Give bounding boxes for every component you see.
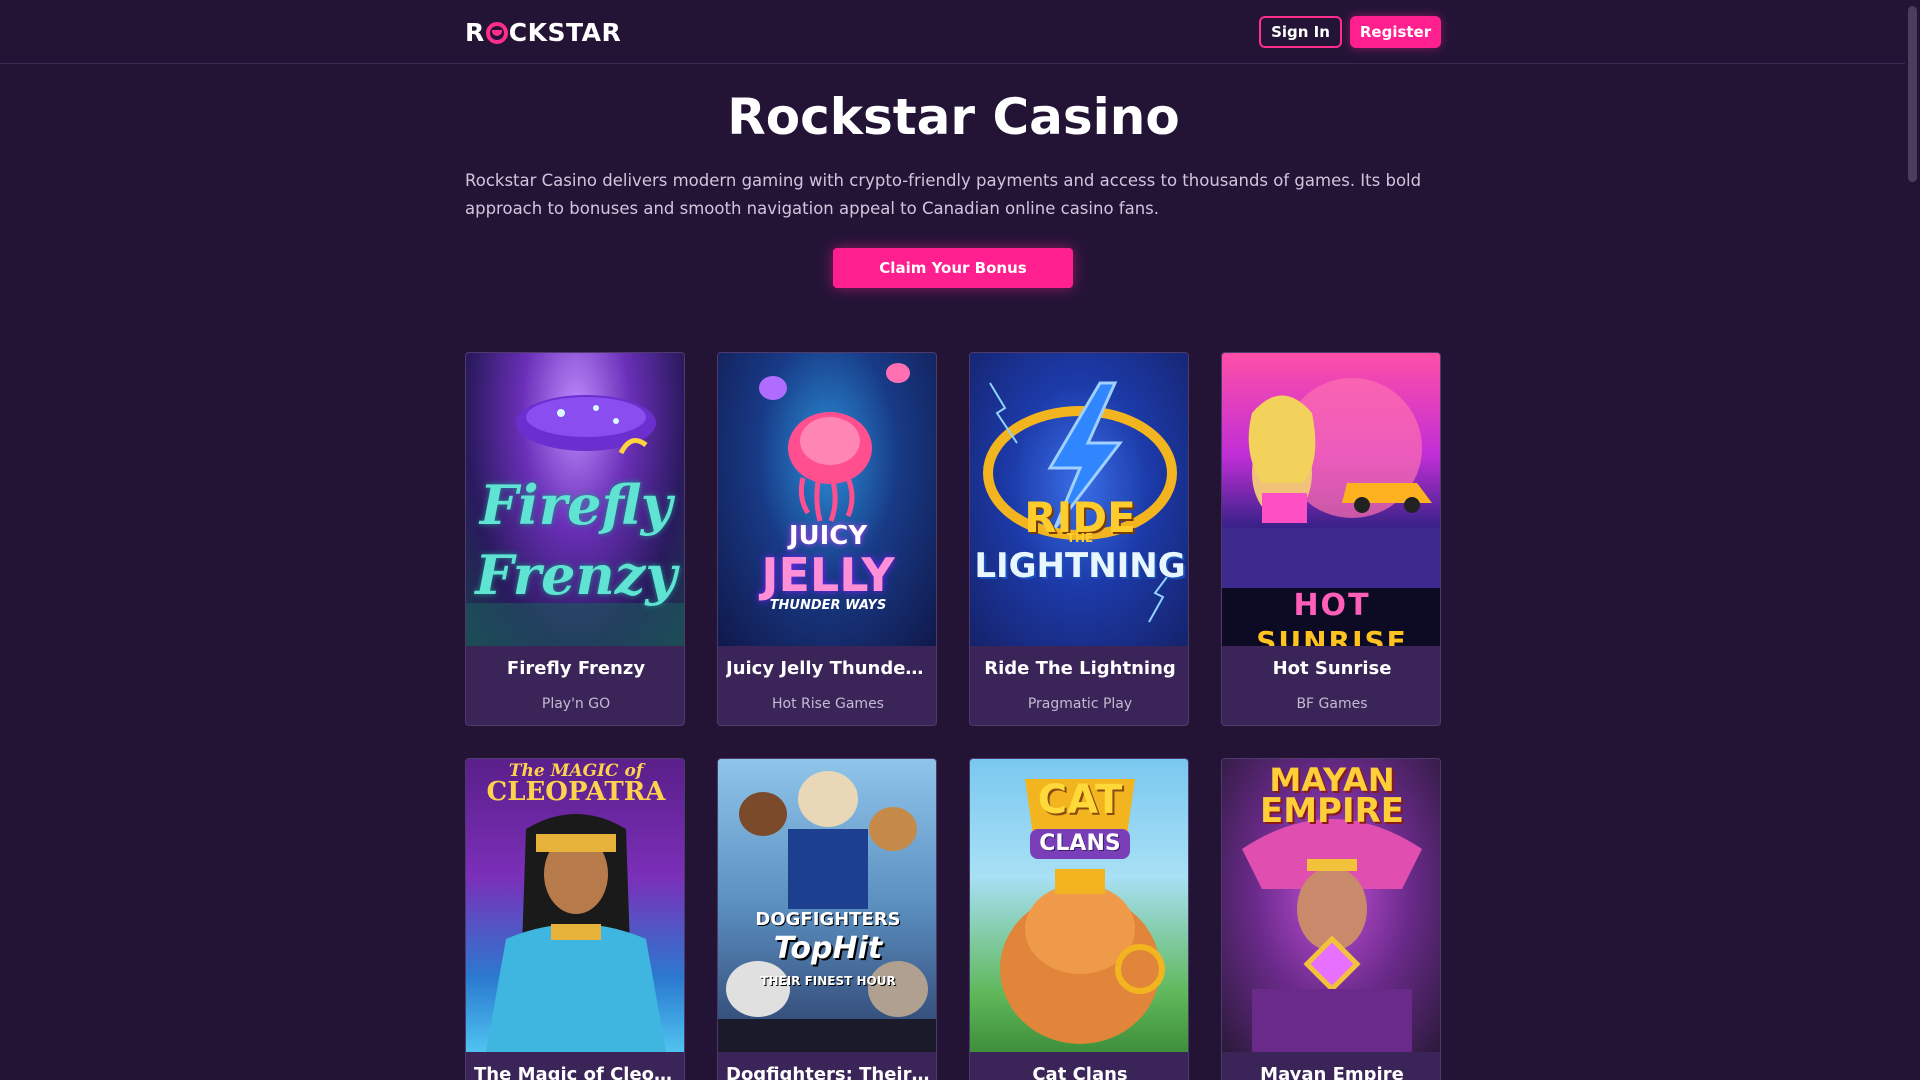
game-card-dogfighters[interactable]: DOGFIGHTERS TopHit THEIR FINEST HOUR Dog… xyxy=(717,758,937,1080)
game-name: Dogfighters: Their Finest Hour xyxy=(726,1064,930,1080)
game-thumbnail[interactable]: HOT SUNRISE xyxy=(1222,353,1440,646)
art-title-line2: SUNRISE xyxy=(1256,625,1408,646)
game-provider: Hot Rise Games xyxy=(772,696,884,712)
game-card-ride-the-lightning[interactable]: RIDE THE LIGHTNING Ride The Lightning Pr… xyxy=(969,352,1189,726)
art-title-line1: DOGFIGHTERS xyxy=(755,909,901,930)
game-thumbnail[interactable]: RIDE THE LIGHTNING xyxy=(970,353,1188,646)
art-title-line1: JUICY xyxy=(788,521,868,551)
game-thumbnail[interactable]: MAYAN EMPIRE xyxy=(1222,759,1440,1052)
logo-text-right: CKSTAR xyxy=(508,18,622,47)
page-scrollbar[interactable] xyxy=(1905,0,1920,1080)
game-thumbnail[interactable]: CAT CLANS xyxy=(970,759,1188,1052)
game-card-mayan-empire[interactable]: MAYAN EMPIRE Mayan Empire xyxy=(1221,758,1441,1080)
game-card-juicy-jelly[interactable]: JUICY JELLY THUNDER WAYS Juicy Jelly Thu… xyxy=(717,352,937,726)
scrollbar-thumb[interactable] xyxy=(1908,6,1917,182)
page-title: Rockstar Casino xyxy=(727,88,1180,146)
logo-lips-icon xyxy=(485,21,508,44)
game-name: Firefly Frenzy xyxy=(506,658,646,679)
game-name: Juicy Jelly Thunder Ways xyxy=(726,658,930,679)
art-title-line2: TopHit xyxy=(773,931,883,966)
art-title-line3: LIGHTNING xyxy=(974,546,1186,586)
game-name: Cat Clans xyxy=(1032,1064,1128,1080)
game-provider: Pragmatic Play xyxy=(1027,696,1133,712)
game-provider: BF Games xyxy=(1296,696,1368,712)
game-name: Ride The Lightning xyxy=(984,658,1176,679)
top-navbar: R CKSTAR Sign In Register xyxy=(0,0,1905,64)
game-card-firefly-frenzy[interactable]: Firefly Frenzy Firefly Frenzy Play'n GO xyxy=(465,352,685,726)
register-button[interactable]: Register xyxy=(1350,16,1441,48)
art-title-line1: CAT xyxy=(1037,777,1123,823)
art-title-line2: THE xyxy=(1066,531,1094,545)
dogs-illustration xyxy=(718,771,936,1052)
art-title-line2: CLANS xyxy=(1039,831,1121,856)
art-title-line1: HOT xyxy=(1293,588,1371,623)
art-title-line1: Firefly xyxy=(479,473,673,537)
claim-bonus-button[interactable]: Claim Your Bonus xyxy=(833,248,1073,288)
game-name: The Magic of Cleopatra xyxy=(474,1064,678,1080)
game-provider: Play'n GO xyxy=(541,696,611,712)
game-card-magic-of-cleopatra[interactable]: The MAGIC of CLEOPATRA The Magic of Cleo… xyxy=(465,758,685,1080)
game-name: Hot Sunrise xyxy=(1272,658,1392,679)
game-thumbnail[interactable]: The MAGIC of CLEOPATRA xyxy=(466,759,684,1052)
game-thumbnail[interactable]: JUICY JELLY THUNDER WAYS xyxy=(718,353,936,646)
art-title-line2: Frenzy xyxy=(475,543,677,607)
art-title-line3: THUNDER WAYS xyxy=(769,598,887,613)
game-thumbnail[interactable]: Firefly Frenzy xyxy=(466,353,684,646)
game-card-hot-sunrise[interactable]: HOT SUNRISE Hot Sunrise BF Games xyxy=(1221,352,1441,726)
game-name: Mayan Empire xyxy=(1260,1064,1404,1080)
hero-description: Rockstar Casino delivers modern gaming w… xyxy=(465,171,1422,218)
art-title-line2: JELLY xyxy=(761,548,895,602)
sign-in-button[interactable]: Sign In xyxy=(1259,16,1342,48)
art-title-line3: THEIR FINEST HOUR xyxy=(760,974,896,988)
game-card-cat-clans[interactable]: CAT CLANS Cat Clans xyxy=(969,758,1189,1080)
art-title-line2: EMPIRE xyxy=(1259,791,1405,831)
logo-text-left: R xyxy=(465,18,485,47)
rockstar-logo[interactable]: R CKSTAR xyxy=(465,18,621,47)
game-thumbnail[interactable]: DOGFIGHTERS TopHit THEIR FINEST HOUR xyxy=(718,759,936,1052)
art-title-line2: CLEOPATRA xyxy=(486,777,666,807)
